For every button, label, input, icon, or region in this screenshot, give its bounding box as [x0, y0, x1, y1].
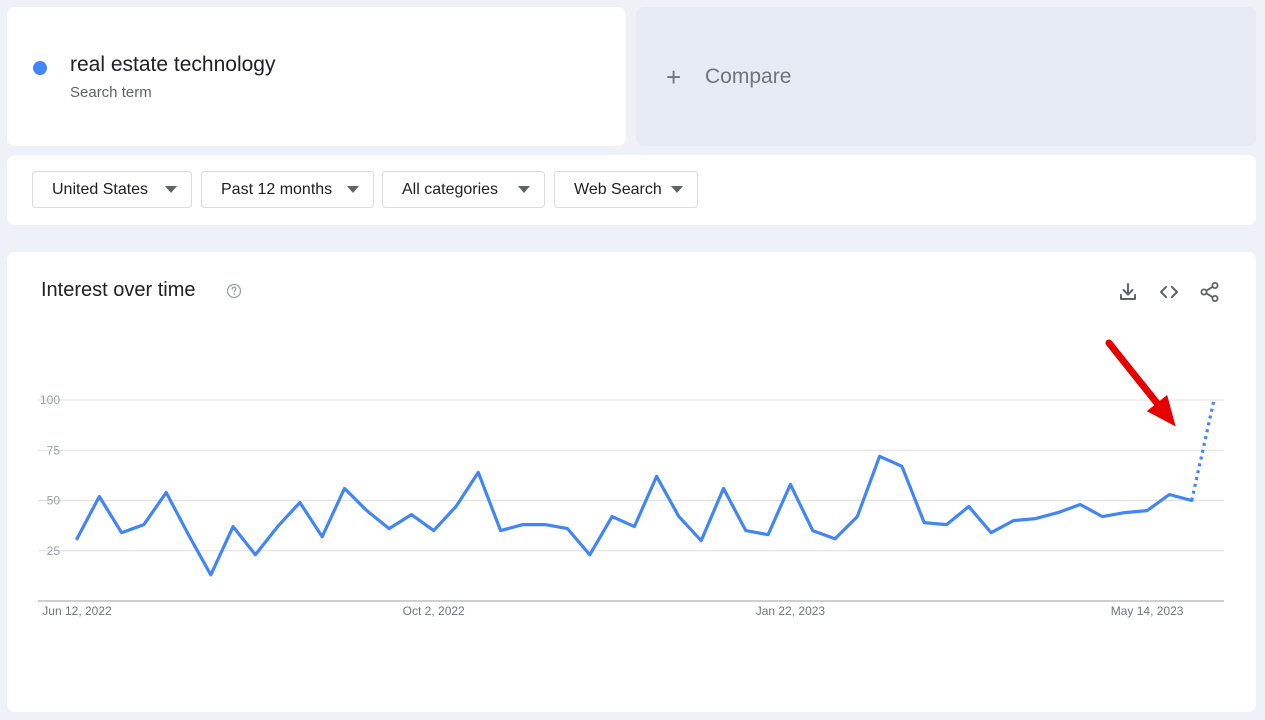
- plus-icon: +: [666, 62, 682, 92]
- search-term-name[interactable]: real estate technology: [70, 53, 275, 77]
- dropdown-caret-icon: [165, 186, 177, 193]
- compare-label: Compare: [705, 65, 792, 88]
- embed-code-icon[interactable]: [1158, 281, 1180, 303]
- filter-timerange-label: Past 12 months: [221, 180, 333, 198]
- dropdown-caret-icon: [671, 186, 683, 193]
- download-icon[interactable]: [1117, 281, 1139, 303]
- filter-search-type-dropdown[interactable]: Web Search: [554, 171, 698, 208]
- search-term-subtitle: Search term: [70, 84, 152, 101]
- dropdown-caret-icon: [518, 186, 530, 193]
- share-icon[interactable]: [1199, 281, 1221, 303]
- dropdown-caret-icon: [347, 186, 359, 193]
- filter-category-dropdown[interactable]: All categories: [382, 171, 545, 208]
- chart-title: Interest over time: [41, 279, 196, 301]
- help-circle-icon[interactable]: [226, 283, 242, 299]
- filter-category-label: All categories: [402, 180, 499, 198]
- series-color-dot: [33, 61, 47, 75]
- filter-region-dropdown[interactable]: United States: [32, 171, 192, 208]
- filter-timerange-dropdown[interactable]: Past 12 months: [201, 171, 374, 208]
- filter-search-type-label: Web Search: [574, 180, 662, 198]
- filter-region-label: United States: [52, 180, 149, 198]
- interest-over-time-card: [7, 252, 1256, 712]
